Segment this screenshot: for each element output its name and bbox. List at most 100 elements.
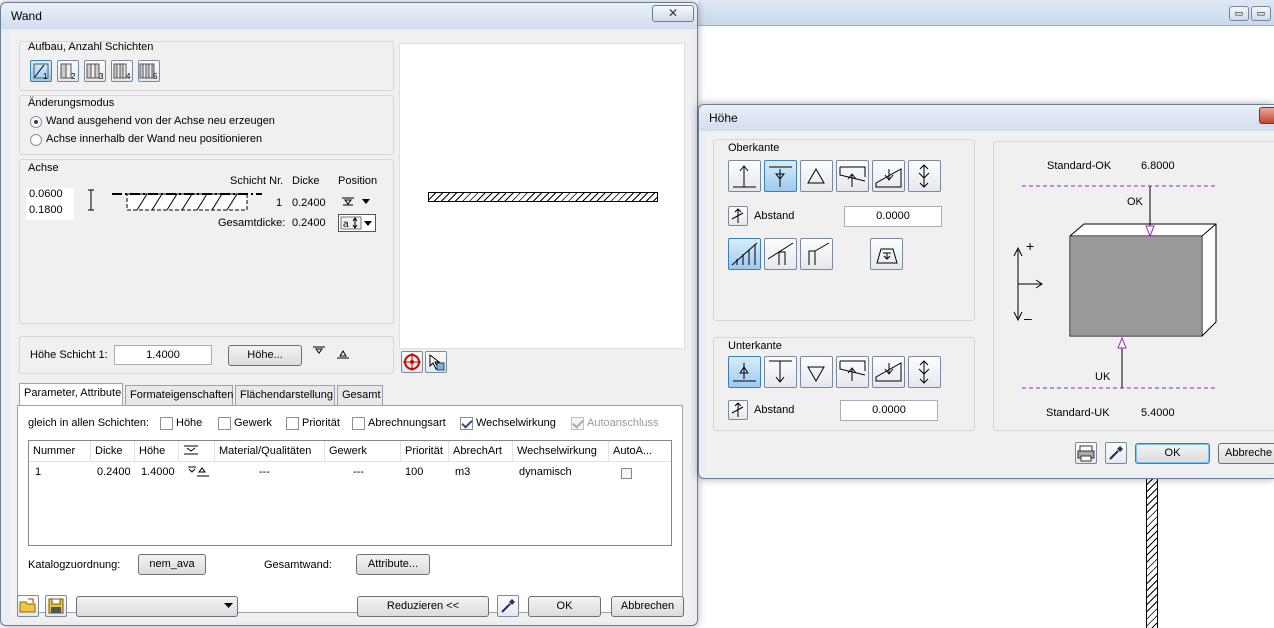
wall-preview-shape: [428, 192, 658, 202]
layer-3-button[interactable]: 3: [84, 60, 106, 82]
uk-mode-2[interactable]: [764, 356, 797, 388]
bottom-level-icon[interactable]: [336, 347, 350, 364]
hoehe-schicht-input[interactable]: 1.4000: [114, 345, 212, 365]
layer-1-button[interactable]: 1: [30, 60, 52, 82]
th-dicke[interactable]: Dicke: [91, 441, 135, 461]
cancel-button[interactable]: Abbrechen: [611, 596, 684, 617]
uk-mode-4[interactable]: [836, 356, 869, 388]
ok-mode-5[interactable]: [872, 160, 905, 192]
achse-value-2[interactable]: 0.1800: [26, 204, 74, 220]
uk-abstand-input[interactable]: 0.0000: [840, 400, 938, 421]
tab-formateigenschaften[interactable]: Formateigenschaften: [125, 385, 233, 405]
hoehe-diagram: [1013, 185, 1218, 389]
tab-parameter[interactable]: Parameter, Attribute: [19, 383, 123, 405]
gleich-prioritaet-label: Priorität: [302, 417, 340, 429]
layer-2-button[interactable]: 2: [57, 60, 79, 82]
uk-mode-3[interactable]: [800, 356, 833, 388]
layer-5-button[interactable]: 5: [138, 60, 160, 82]
top-level-icon[interactable]: [312, 345, 326, 362]
favorites-dropdown[interactable]: [76, 596, 238, 617]
gleich-abrechnungsart-checkbox[interactable]: [352, 417, 365, 430]
unterkante-legend: Unterkante: [728, 340, 782, 352]
svg-text:a: a: [343, 219, 349, 230]
minimize-icon[interactable]: ▭: [1229, 6, 1249, 21]
ok-slope-2[interactable]: [764, 238, 797, 270]
th-gewerk[interactable]: Gewerk: [325, 441, 401, 461]
axis-position-dropdown[interactable]: a: [338, 214, 376, 232]
ok-mode-6[interactable]: [908, 160, 941, 192]
save-icon[interactable]: [45, 595, 67, 617]
uk-mode-1[interactable]: [728, 356, 761, 388]
hoehe-schicht-label: Höhe Schicht 1:: [30, 349, 108, 361]
uk-abstand-icon[interactable]: [728, 400, 748, 420]
maximize-icon[interactable]: ▭: [1251, 6, 1271, 21]
hoehe-diagram-panel: Standard-OK 6.8000 OK UK Standard-UK 5.4…: [993, 141, 1274, 431]
wand-client: Aufbau, Anzahl Schichten 1 2 3 4 5 Änder…: [9, 31, 691, 621]
mode-group: Änderungsmodus Wand ausgehend von der Ac…: [19, 95, 394, 155]
gleich-hoehe-checkbox[interactable]: [160, 417, 173, 430]
mode-radio-reposition[interactable]: [30, 134, 42, 146]
ok-slope-3[interactable]: [800, 238, 833, 270]
print-icon[interactable]: [1075, 442, 1097, 464]
gesamtdicke-label: Gesamtdicke:: [218, 217, 286, 229]
ok-roof-button[interactable]: [870, 238, 903, 270]
schicht-row-nr: 1: [276, 197, 283, 209]
mode-radio-axis[interactable]: [30, 116, 42, 128]
td-material: ---: [259, 466, 270, 478]
uk-abstand-label: Abstand: [754, 404, 795, 416]
th-level-icon[interactable]: [179, 441, 215, 461]
hoehe-schicht-group: Höhe Schicht 1: 1.4000 Höhe...: [19, 336, 394, 374]
hoehe-cancel-button[interactable]: Abbreche: [1218, 443, 1274, 464]
th-hoehe[interactable]: Höhe: [135, 441, 179, 461]
th-autoanschluss[interactable]: AutoA...: [609, 441, 671, 461]
eyedropper-icon[interactable]: [497, 595, 519, 617]
svg-text:1: 1: [43, 72, 48, 81]
attribute-button[interactable]: Attribute...: [356, 554, 430, 575]
gleich-wechselwirkung-checkbox[interactable]: [460, 417, 473, 430]
th-material[interactable]: Material/Qualitäten: [215, 441, 325, 461]
gesamtwand-label: Gesamtwand:: [264, 559, 332, 571]
wand-title-bar: Wand: [1, 3, 697, 29]
hoehe-close-icon[interactable]: [1259, 107, 1274, 124]
ok-button[interactable]: OK: [528, 596, 601, 617]
ok-mode-1[interactable]: [728, 160, 761, 192]
reduzieren-button[interactable]: Reduzieren <<: [357, 596, 489, 617]
col-dicke: Dicke: [292, 175, 320, 187]
ok-abstand-input[interactable]: 0.0000: [844, 206, 942, 227]
hoehe-ok-button[interactable]: OK: [1135, 443, 1210, 464]
uk-mode-5[interactable]: [872, 356, 905, 388]
svg-text:3: 3: [99, 72, 104, 81]
mode-legend: Änderungsmodus: [28, 97, 115, 109]
th-prioritaet[interactable]: Priorität: [401, 441, 449, 461]
th-nummer[interactable]: Nummer: [29, 441, 91, 461]
td-level-icon: [183, 463, 217, 484]
th-abrechart[interactable]: AbrechArt: [449, 441, 513, 461]
open-folder-icon[interactable]: [17, 595, 39, 617]
katalog-button[interactable]: nem_ava: [138, 554, 206, 575]
th-wechselwirkung[interactable]: Wechselwirkung: [513, 441, 609, 461]
uk-mode-6[interactable]: [908, 356, 941, 388]
ok-mode-4[interactable]: [836, 160, 869, 192]
ok-mode-3[interactable]: [800, 160, 833, 192]
tab-flaechendarstellung[interactable]: Flächendarstellung: [235, 385, 335, 405]
td-gewerk: ---: [353, 466, 364, 478]
gleich-prioritaet-checkbox[interactable]: [286, 417, 299, 430]
layer-4-button[interactable]: 4: [111, 60, 133, 82]
gleich-gewerk-checkbox[interactable]: [218, 417, 231, 430]
ok-slope-1[interactable]: [728, 238, 761, 270]
td-wechselwirkung: dynamisch: [519, 466, 572, 478]
mode-option2-label: Achse innerhalb der Wand neu positionier…: [46, 133, 263, 145]
ok-abstand-icon[interactable]: [728, 206, 748, 226]
close-icon[interactable]: ✕: [652, 5, 694, 22]
td-autoanschluss-checkbox[interactable]: [621, 468, 632, 479]
ok-mode-2[interactable]: [764, 160, 797, 192]
position-dropdown[interactable]: [340, 194, 374, 211]
svg-text:5: 5: [153, 72, 158, 81]
pick-cursor-icon[interactable]: [425, 351, 447, 373]
tab-gesamt[interactable]: Gesamt: [337, 385, 383, 405]
hoehe-button[interactable]: Höhe...: [228, 345, 302, 366]
achse-value-1[interactable]: 0.0600: [26, 188, 74, 204]
td-nummer: 1: [35, 466, 42, 478]
hoehe-eyedropper-icon[interactable]: [1105, 442, 1127, 464]
target-icon[interactable]: [401, 351, 423, 373]
